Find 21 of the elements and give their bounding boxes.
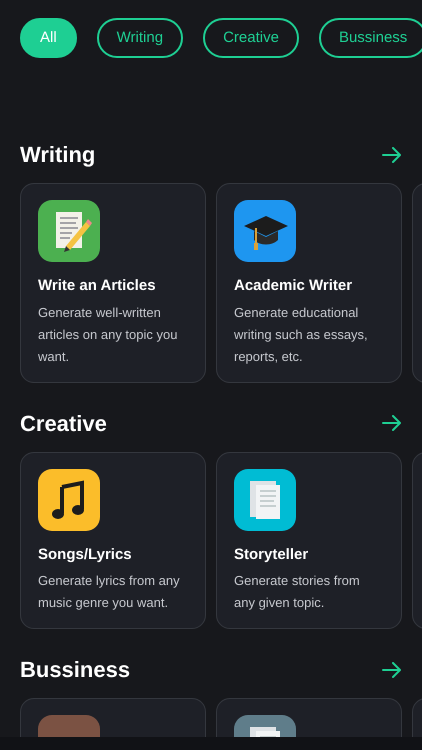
card-description: Generate well-written articles on any topic you want. <box>38 304 178 366</box>
card-title: Academic Writer <box>234 276 354 296</box>
section-title: Bussiness <box>20 656 130 684</box>
arrow-right-icon[interactable] <box>382 662 402 678</box>
tool-card[interactable]: Academic Writer Generate educational writing such as essays, reports, etc. <box>216 183 402 382</box>
section-title: Creative <box>20 410 107 438</box>
section-title: Writing <box>20 141 96 169</box>
card-description: Generate lyrics from any music genre you want. <box>38 572 181 612</box>
tool-card[interactable]: Songs/Lyrics Generate lyrics from any music genre you want. <box>20 452 206 629</box>
card-description: Generate stories from any given topic. <box>234 572 361 612</box>
filter-chip[interactable]: Bussiness <box>318 18 422 58</box>
card-description: Generate educational writing such as essays, reports, etc. <box>234 304 369 366</box>
filter-chip[interactable]: Writing <box>96 18 184 58</box>
tool-card[interactable]: Write an Articles Generate well-written articles on any topic you want. <box>20 183 206 382</box>
card-title: Write an Articles <box>38 276 157 296</box>
arrow-right-icon[interactable] <box>382 415 402 431</box>
tool-card[interactable]: Storyteller Generate stories from any given topic. <box>216 452 402 629</box>
card-title: Storyteller <box>234 544 310 564</box>
arrow-right-icon[interactable] <box>382 146 402 162</box>
card-title: Songs/Lyrics <box>38 544 133 564</box>
filter-chip[interactable]: Creative <box>203 18 299 58</box>
